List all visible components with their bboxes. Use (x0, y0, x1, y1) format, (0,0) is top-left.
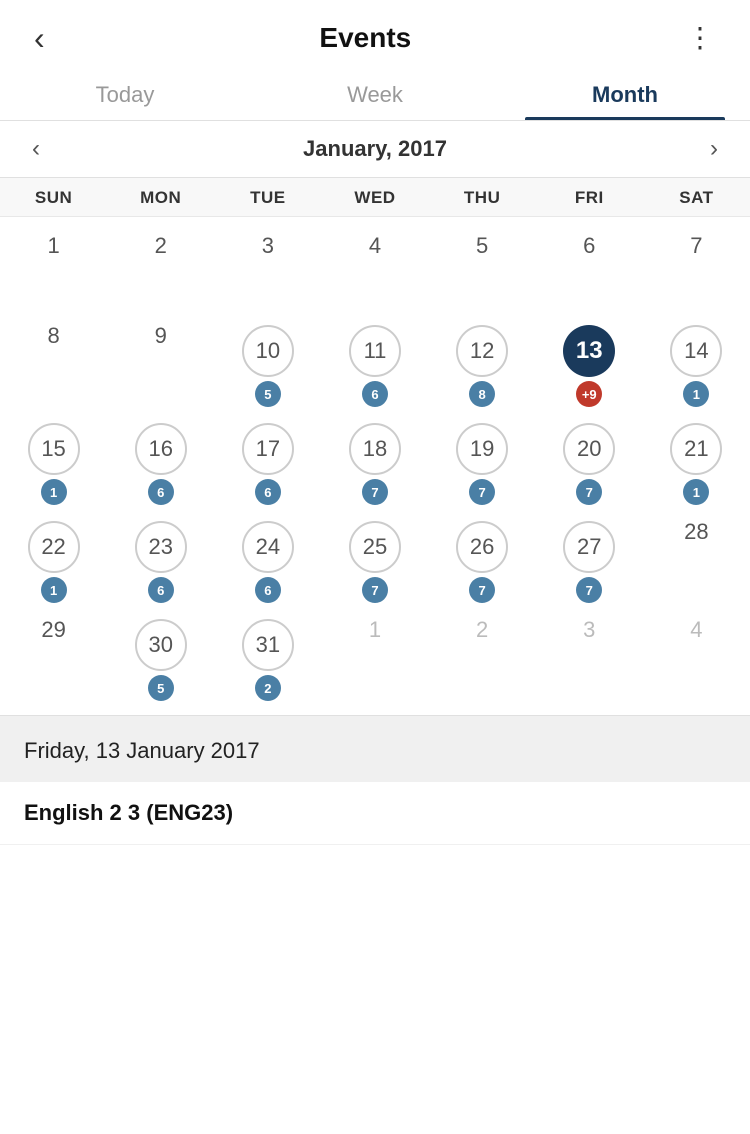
page-title: Events (319, 22, 411, 54)
calendar-day-35[interactable]: 4 (643, 609, 750, 707)
selected-date-bar: Friday, 13 January 2017 (0, 715, 750, 782)
calendar-day-6[interactable]: 6 (536, 225, 643, 315)
tab-bar: Today Week Month (0, 68, 750, 121)
day-header-wed: WED (321, 188, 428, 208)
back-button[interactable]: ‹ (24, 18, 55, 58)
event-badge: 6 (255, 479, 281, 505)
day-header-thu: THU (429, 188, 536, 208)
calendar-day-30[interactable]: 305 (107, 609, 214, 707)
calendar-day-10[interactable]: 105 (214, 315, 321, 413)
event-badge: 1 (41, 577, 67, 603)
calendar-day-32[interactable]: 1 (321, 609, 428, 707)
app-header: ‹ Events ⋮ (0, 0, 750, 68)
calendar-day-31[interactable]: 312 (214, 609, 321, 707)
calendar-day-16[interactable]: 166 (107, 413, 214, 511)
more-button[interactable]: ⋮ (676, 20, 726, 56)
day-header-tue: TUE (214, 188, 321, 208)
calendar-day-26[interactable]: 267 (429, 511, 536, 609)
prev-month-button[interactable]: ‹ (20, 131, 52, 167)
event-badge: 1 (41, 479, 67, 505)
tab-week[interactable]: Week (250, 68, 500, 120)
event-badge: 7 (362, 577, 388, 603)
event-badge: 6 (148, 479, 174, 505)
event-badge: 7 (469, 577, 495, 603)
event-badge: 2 (255, 675, 281, 701)
event-badge: 1 (683, 479, 709, 505)
calendar-day-15[interactable]: 151 (0, 413, 107, 511)
tab-today[interactable]: Today (0, 68, 250, 120)
calendar-day-2[interactable]: 2 (107, 225, 214, 315)
calendar-day-20[interactable]: 207 (536, 413, 643, 511)
calendar-day-7[interactable]: 7 (643, 225, 750, 315)
day-header-mon: MON (107, 188, 214, 208)
calendar-grid: 12345678910511612813+9141151166176187197… (0, 217, 750, 715)
next-month-button[interactable]: › (698, 131, 730, 167)
calendar-day-11[interactable]: 116 (321, 315, 428, 413)
calendar-day-13[interactable]: 13+9 (536, 315, 643, 413)
calendar-day-12[interactable]: 128 (429, 315, 536, 413)
calendar-day-1[interactable]: 1 (0, 225, 107, 315)
event-badge: 6 (362, 381, 388, 407)
calendar-day-5[interactable]: 5 (429, 225, 536, 315)
calendar-day-19[interactable]: 197 (429, 413, 536, 511)
event-badge: 7 (576, 479, 602, 505)
month-title: January, 2017 (52, 136, 698, 162)
event-item[interactable]: English 2 3 (ENG23) (0, 782, 750, 845)
calendar-day-34[interactable]: 3 (536, 609, 643, 707)
day-header-fri: FRI (536, 188, 643, 208)
calendar-day-22[interactable]: 221 (0, 511, 107, 609)
event-badge: 6 (148, 577, 174, 603)
calendar-day-28[interactable]: 28 (643, 511, 750, 609)
calendar-day-24[interactable]: 246 (214, 511, 321, 609)
calendar-day-8[interactable]: 8 (0, 315, 107, 413)
calendar-day-4[interactable]: 4 (321, 225, 428, 315)
calendar-day-29[interactable]: 29 (0, 609, 107, 707)
selected-date-label: Friday, 13 January 2017 (24, 738, 260, 763)
calendar-day-17[interactable]: 176 (214, 413, 321, 511)
day-headers: SUN MON TUE WED THU FRI SAT (0, 178, 750, 217)
event-badge: 7 (469, 479, 495, 505)
calendar-day-3[interactable]: 3 (214, 225, 321, 315)
calendar-day-21[interactable]: 211 (643, 413, 750, 511)
tab-month[interactable]: Month (500, 68, 750, 120)
event-badge: 1 (683, 381, 709, 407)
event-badge: 7 (362, 479, 388, 505)
event-badge: 8 (469, 381, 495, 407)
day-header-sat: SAT (643, 188, 750, 208)
day-header-sun: SUN (0, 188, 107, 208)
calendar-day-14[interactable]: 141 (643, 315, 750, 413)
event-badge: 7 (576, 577, 602, 603)
event-badge: 5 (148, 675, 174, 701)
event-badge: +9 (576, 381, 602, 407)
calendar-day-18[interactable]: 187 (321, 413, 428, 511)
event-title: English 2 3 (ENG23) (24, 800, 726, 826)
calendar-day-27[interactable]: 277 (536, 511, 643, 609)
month-nav: ‹ January, 2017 › (0, 121, 750, 178)
calendar-day-23[interactable]: 236 (107, 511, 214, 609)
calendar-day-9[interactable]: 9 (107, 315, 214, 413)
calendar-day-25[interactable]: 257 (321, 511, 428, 609)
event-badge: 5 (255, 381, 281, 407)
calendar-day-33[interactable]: 2 (429, 609, 536, 707)
event-badge: 6 (255, 577, 281, 603)
